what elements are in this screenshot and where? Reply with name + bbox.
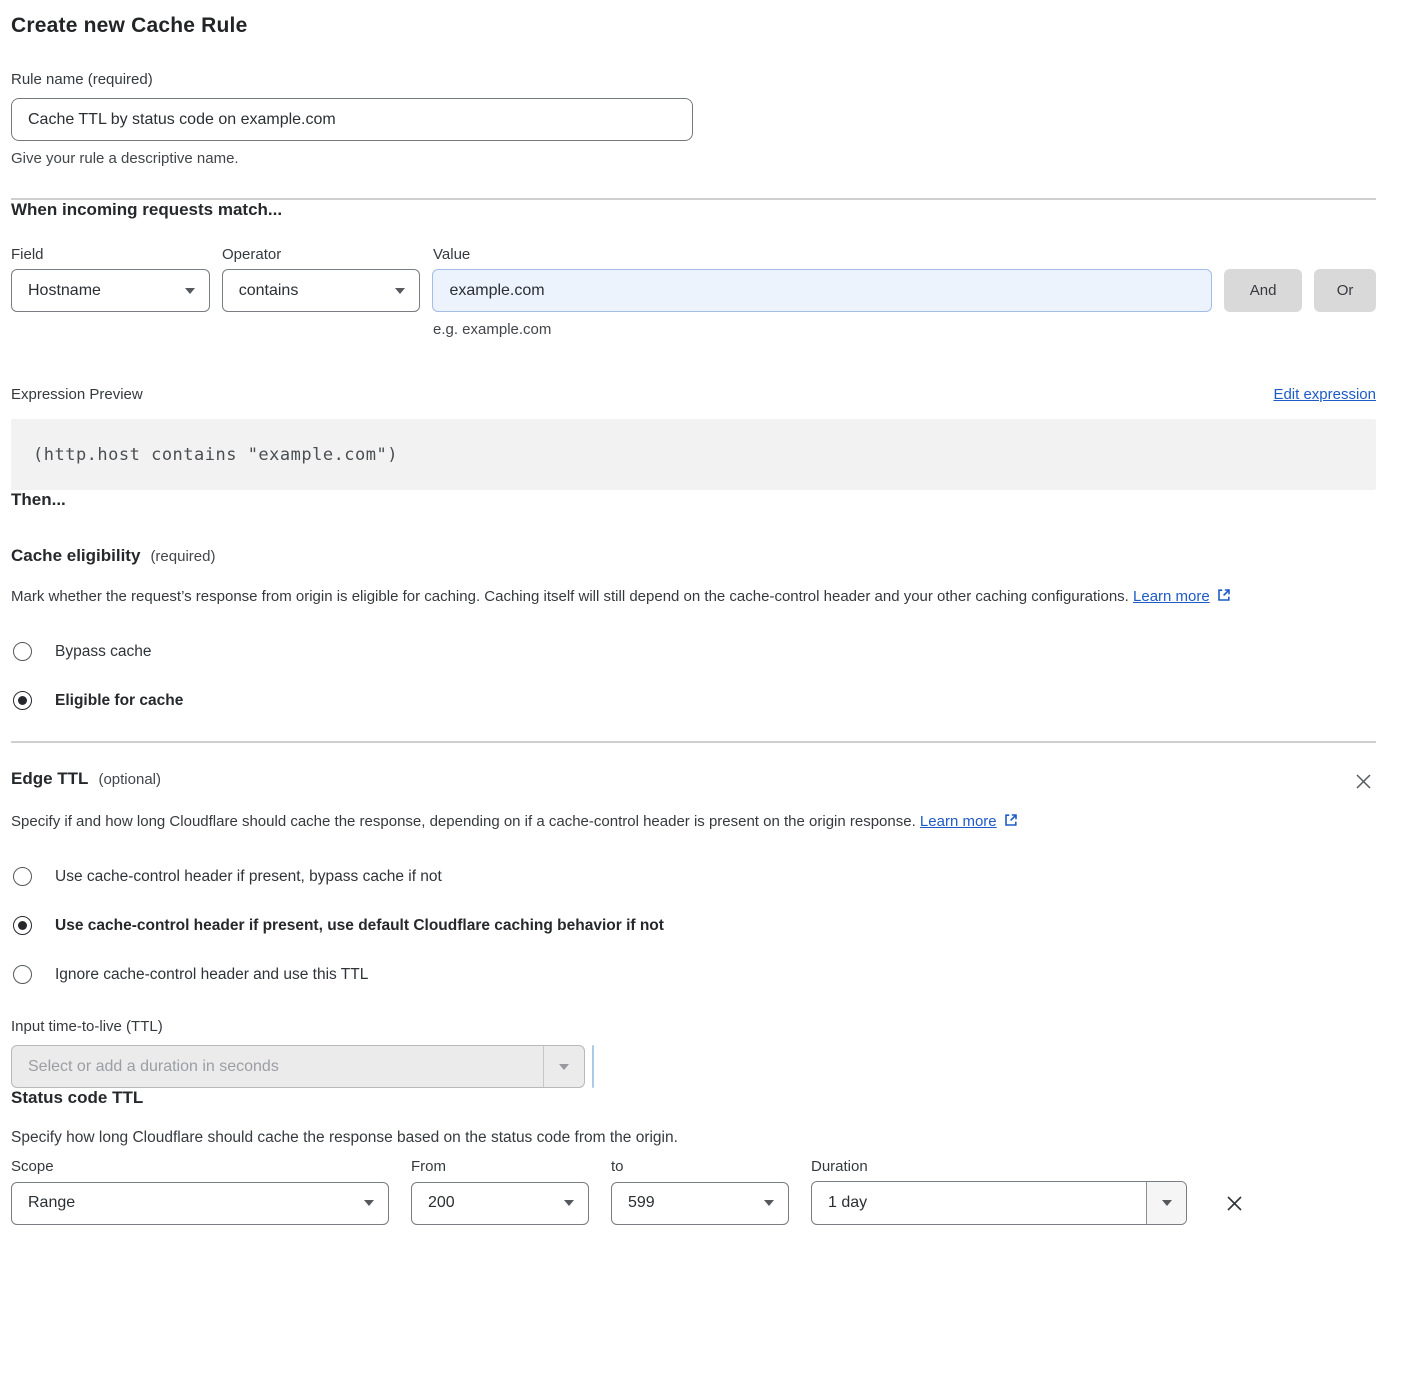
to-select[interactable]: 599 — [611, 1182, 789, 1225]
ttl-duration-select[interactable]: Select or add a duration in seconds — [11, 1045, 585, 1088]
delete-status-row-button[interactable] — [1221, 1190, 1248, 1217]
operator-select-value: contains — [239, 282, 299, 300]
to-label: to — [611, 1158, 789, 1175]
status-labels-row: Scope From to Duration — [11, 1158, 1376, 1175]
chevron-down-icon — [364, 1200, 374, 1206]
chevron-down-icon — [185, 288, 195, 294]
radio-label: Use cache-control header if present, byp… — [55, 868, 442, 886]
chevron-down-icon — [1146, 1182, 1186, 1224]
and-button[interactable]: And — [1224, 269, 1302, 312]
expression-code: (http.host contains "example.com") — [33, 445, 398, 465]
edge-ttl-optional-tag: (optional) — [98, 771, 161, 788]
duration-combobox[interactable]: 1 day — [811, 1181, 1187, 1225]
chevron-down-icon — [395, 288, 405, 294]
close-icon — [1223, 1203, 1246, 1218]
status-inputs-row: Range 200 599 1 day — [11, 1181, 1376, 1225]
radio-label: Use cache-control header if present, use… — [55, 917, 664, 935]
focus-indicator — [592, 1045, 594, 1088]
edit-expression-link[interactable]: Edit expression — [1273, 386, 1376, 403]
value-label: Value — [433, 246, 1214, 263]
radio-use-cc-bypass[interactable]: Use cache-control header if present, byp… — [11, 867, 1376, 886]
duration-value: 1 day — [812, 1182, 1146, 1224]
radio-icon — [13, 867, 32, 886]
create-cache-rule-form: Create new Cache Rule Rule name (require… — [0, 0, 1412, 1249]
radio-label: Eligible for cache — [55, 692, 183, 710]
edge-ttl-heading-group: Edge TTL (optional) — [11, 769, 161, 789]
then-heading: Then... — [11, 490, 1376, 510]
ttl-select-row: Select or add a duration in seconds — [11, 1045, 1376, 1088]
scope-select-value: Range — [28, 1194, 75, 1212]
cache-eligibility-learn-more-link[interactable]: Learn more — [1133, 588, 1210, 605]
radio-eligible-for-cache[interactable]: Eligible for cache — [11, 691, 1376, 710]
cache-eligibility-description: Mark whether the request’s response from… — [11, 583, 1351, 613]
match-labels-row: Field Operator Value — [11, 246, 1376, 263]
expression-code-block: (http.host contains "example.com") — [11, 419, 1376, 490]
match-inputs-row: Hostname contains And Or — [11, 269, 1376, 312]
rule-name-input[interactable] — [11, 98, 693, 141]
external-link-icon — [1003, 810, 1019, 838]
chevron-down-icon — [564, 1200, 574, 1206]
rule-name-label: Rule name (required) — [11, 71, 1376, 88]
section-divider — [11, 741, 1376, 743]
radio-icon — [13, 965, 32, 984]
ttl-duration-placeholder: Select or add a duration in seconds — [12, 1046, 543, 1087]
cache-eligibility-header: Cache eligibility (required) — [11, 546, 1376, 566]
edge-ttl-learn-more-link[interactable]: Learn more — [920, 813, 997, 830]
edge-ttl-heading: Edge TTL — [11, 769, 88, 789]
operator-label: Operator — [222, 246, 421, 263]
operator-select[interactable]: contains — [222, 269, 421, 312]
cache-eligibility-heading: Cache eligibility — [11, 546, 140, 566]
field-select-value: Hostname — [28, 282, 101, 300]
from-label: From — [411, 1158, 589, 1175]
from-select-value: 200 — [428, 1194, 455, 1212]
status-code-ttl-heading: Status code TTL — [11, 1088, 1376, 1108]
value-input[interactable] — [432, 269, 1212, 312]
radio-icon — [13, 916, 32, 935]
cache-eligibility-required-tag: (required) — [150, 548, 215, 565]
edge-ttl-description-text: Specify if and how long Cloudflare shoul… — [11, 813, 916, 830]
ttl-input-label: Input time-to-live (TTL) — [11, 1018, 1376, 1035]
radio-icon — [13, 642, 32, 661]
scope-select[interactable]: Range — [11, 1182, 389, 1225]
cache-eligibility-description-text: Mark whether the request’s response from… — [11, 588, 1129, 605]
radio-label: Bypass cache — [55, 643, 152, 661]
match-heading: When incoming requests match... — [11, 200, 1376, 220]
field-select[interactable]: Hostname — [11, 269, 210, 312]
external-link-icon — [1216, 585, 1232, 613]
edge-ttl-description: Specify if and how long Cloudflare shoul… — [11, 808, 1351, 838]
radio-bypass-cache[interactable]: Bypass cache — [11, 642, 1376, 661]
from-select[interactable]: 200 — [411, 1182, 589, 1225]
radio-label: Ignore cache-control header and use this… — [55, 966, 368, 984]
chevron-down-icon — [764, 1200, 774, 1206]
duration-label: Duration — [811, 1158, 1187, 1175]
value-hint: e.g. example.com — [11, 321, 1376, 338]
to-select-value: 599 — [628, 1194, 655, 1212]
edge-ttl-close-button[interactable] — [1351, 769, 1376, 794]
page-title: Create new Cache Rule — [11, 14, 1376, 38]
radio-icon — [13, 691, 32, 710]
expression-preview-label: Expression Preview — [11, 386, 143, 403]
or-button[interactable]: Or — [1314, 269, 1376, 312]
field-label: Field — [11, 246, 210, 263]
status-code-ttl-description: Specify how long Cloudflare should cache… — [11, 1129, 1376, 1147]
radio-ignore-cc[interactable]: Ignore cache-control header and use this… — [11, 965, 1376, 984]
rule-name-hint: Give your rule a descriptive name. — [11, 150, 1376, 167]
expression-preview-row: Expression Preview Edit expression — [11, 386, 1376, 403]
chevron-down-icon — [543, 1046, 584, 1087]
edge-ttl-header: Edge TTL (optional) — [11, 769, 1376, 794]
close-icon — [1353, 780, 1374, 795]
radio-use-cc-default[interactable]: Use cache-control header if present, use… — [11, 916, 1376, 935]
scope-label: Scope — [11, 1158, 389, 1175]
